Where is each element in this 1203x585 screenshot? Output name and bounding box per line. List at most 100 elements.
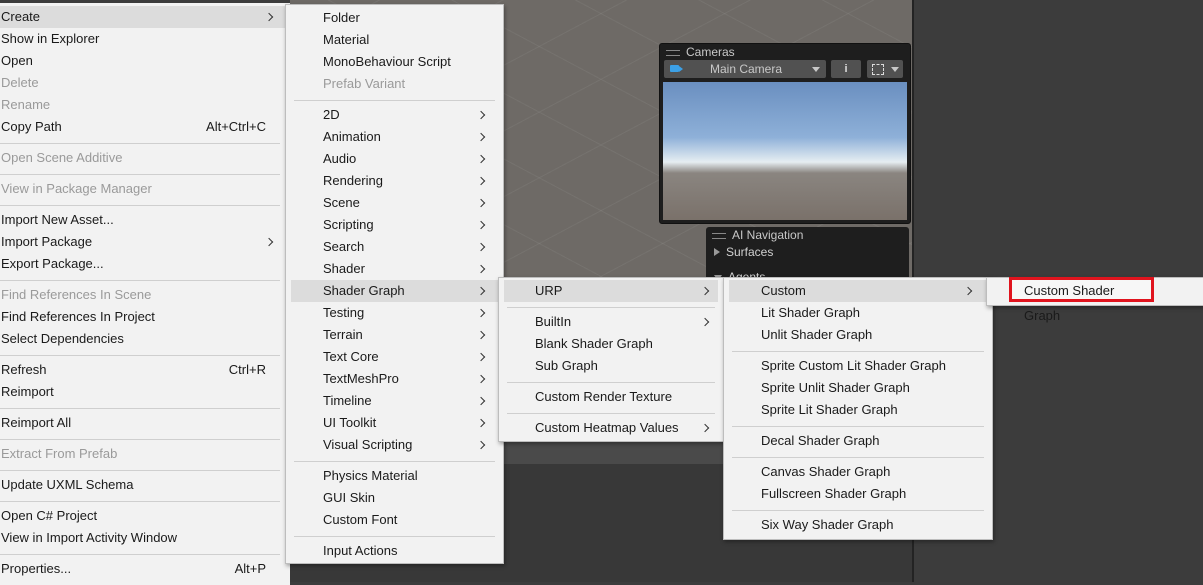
menu-item-decal-shader-graph[interactable]: Decal Shader Graph: [729, 430, 987, 452]
menu-item-custom-render-texture[interactable]: Custom Render Texture: [504, 386, 718, 408]
menu-item-view-in-import-activity-window[interactable]: View in Import Activity Window: [0, 527, 290, 549]
menu-item-refresh[interactable]: Refresh Ctrl+R: [0, 359, 290, 381]
menu-item-sprite-lit-shader-graph[interactable]: Sprite Lit Shader Graph: [729, 399, 987, 421]
menu-item-scene[interactable]: Scene: [291, 192, 498, 214]
drag-grip-icon[interactable]: [666, 50, 680, 56]
menu-item-reimport[interactable]: Reimport: [0, 381, 290, 403]
menu-item-label: Sprite Custom Lit Shader Graph: [761, 358, 946, 373]
menu-item-create[interactable]: Create: [0, 6, 290, 28]
menu-item-shader[interactable]: Shader: [291, 258, 498, 280]
menu-separator: [0, 554, 280, 555]
menu-item-label: Sub Graph: [535, 358, 598, 373]
menu-item-scripting[interactable]: Scripting: [291, 214, 498, 236]
menu-item-label: Delete: [1, 75, 39, 90]
menu-item-label: Create: [1, 9, 41, 24]
menu-item-update-uxml-schema[interactable]: Update UXML Schema: [0, 474, 290, 496]
menu-item-label: Refresh: [1, 362, 47, 377]
cameras-overlay-title: Cameras: [686, 45, 735, 59]
menu-item-sub-graph[interactable]: Sub Graph: [504, 355, 718, 377]
menu-item-label: Shader Graph: [323, 283, 405, 298]
menu-item-visual-scripting[interactable]: Visual Scripting: [291, 434, 498, 456]
camera-select-label: Main Camera: [710, 62, 783, 76]
menu-item-select-dependencies[interactable]: Select Dependencies: [0, 328, 290, 350]
menu-item-audio[interactable]: Audio: [291, 148, 498, 170]
menu-item-terrain[interactable]: Terrain: [291, 324, 498, 346]
menu-item-custom-heatmap-values[interactable]: Custom Heatmap Values: [504, 417, 718, 439]
menu-separator: [0, 355, 280, 356]
menu-item-2d[interactable]: 2D: [291, 104, 498, 126]
menu-item-animation[interactable]: Animation: [291, 126, 498, 148]
menu-item-input-actions[interactable]: Input Actions: [291, 540, 498, 562]
ai-navigation-title: AI Navigation: [732, 228, 804, 242]
menu-separator: [294, 461, 495, 462]
camera-select[interactable]: Main Camera: [664, 60, 826, 78]
menu-item-import-package[interactable]: Import Package: [0, 231, 290, 253]
menu-item-textmeshpro[interactable]: TextMeshPro: [291, 368, 498, 390]
menu-item-properties[interactable]: Properties... Alt+P: [0, 558, 290, 580]
chevron-down-icon: [891, 67, 899, 72]
menu-item-custom-shader-graph[interactable]: Custom Shader Graph: [1009, 277, 1154, 323]
menu-separator: [0, 470, 280, 471]
menu-item-text-core[interactable]: Text Core: [291, 346, 498, 368]
menu-item-fullscreen-shader-graph[interactable]: Fullscreen Shader Graph: [729, 483, 987, 505]
chevron-right-icon: [476, 374, 486, 384]
menu-item-label: Update UXML Schema: [1, 477, 134, 492]
nav-row-surfaces[interactable]: Surfaces: [714, 245, 773, 259]
menu-item-label: View in Import Activity Window: [1, 530, 178, 545]
menu-item-label: Input Actions: [323, 543, 398, 558]
menu-item-custom[interactable]: Custom: [729, 280, 987, 302]
frame-camera-button[interactable]: [867, 60, 903, 78]
menu-item-import-new-asset[interactable]: Import New Asset...: [0, 209, 290, 231]
chevron-right-icon: [476, 308, 486, 318]
info-button[interactable]: i: [831, 60, 861, 78]
menu-item-show-in-explorer[interactable]: Show in Explorer: [0, 28, 290, 50]
chevron-right-icon: [700, 423, 710, 433]
menu-separator: [0, 408, 280, 409]
menu-item-find-references-in-project[interactable]: Find References In Project: [0, 306, 290, 328]
menu-item-copy-path[interactable]: Copy Path Alt+Ctrl+C: [0, 116, 290, 138]
menu-item-blank-shader-graph[interactable]: Blank Shader Graph: [504, 333, 718, 355]
menu-item-label: Rendering: [323, 173, 383, 188]
menu-item-label: Fullscreen Shader Graph: [761, 486, 907, 501]
menu-item-open[interactable]: Open: [0, 50, 290, 72]
menu-item-custom-font[interactable]: Custom Font: [291, 509, 498, 531]
chevron-right-icon: [476, 198, 486, 208]
menu-item-label: Custom: [761, 283, 806, 298]
menu-separator: [0, 174, 280, 175]
chevron-right-icon: [476, 110, 486, 120]
menu-item-material[interactable]: Material: [291, 29, 498, 51]
menu-item-six-way-shader-graph[interactable]: Six Way Shader Graph: [729, 514, 987, 536]
menu-item-gui-skin[interactable]: GUI Skin: [291, 487, 498, 509]
menu-item-folder[interactable]: Folder: [291, 7, 498, 29]
menu-item-label: Animation: [323, 129, 381, 144]
menu-item-sprite-custom-lit-shader-graph[interactable]: Sprite Custom Lit Shader Graph: [729, 355, 987, 377]
menu-item-monobehaviour-script[interactable]: MonoBehaviour Script: [291, 51, 498, 73]
menu-item-unlit-shader-graph[interactable]: Unlit Shader Graph: [729, 324, 987, 346]
menu-item-label: Sprite Lit Shader Graph: [761, 402, 898, 417]
menu-item-reimport-all[interactable]: Reimport All: [0, 412, 290, 434]
drag-grip-icon[interactable]: [712, 233, 726, 239]
menu-separator: [0, 280, 280, 281]
chevron-right-icon: [476, 132, 486, 142]
menu-item-export-package[interactable]: Export Package...: [0, 253, 290, 275]
menu-item-testing[interactable]: Testing: [291, 302, 498, 324]
menu-item-timeline[interactable]: Timeline: [291, 390, 498, 412]
camera-icon: [670, 65, 683, 72]
menu-item-label: Audio: [323, 151, 357, 166]
menu-item-label: Visual Scripting: [323, 437, 413, 452]
menu-item-builtin[interactable]: BuiltIn: [504, 311, 718, 333]
menu-item-lit-shader-graph[interactable]: Lit Shader Graph: [729, 302, 987, 324]
menu-item-label: Six Way Shader Graph: [761, 517, 894, 532]
menu-item-urp[interactable]: URP: [504, 280, 718, 302]
menu-item-open-csharp-project[interactable]: Open C# Project: [0, 505, 290, 527]
menu-item-ui-toolkit[interactable]: UI Toolkit: [291, 412, 498, 434]
menu-item-label: Terrain: [323, 327, 363, 342]
menu-separator: [0, 205, 280, 206]
menu-item-rendering[interactable]: Rendering: [291, 170, 498, 192]
menu-item-rename: Rename: [0, 94, 290, 116]
menu-item-canvas-shader-graph[interactable]: Canvas Shader Graph: [729, 461, 987, 483]
menu-item-physics-material[interactable]: Physics Material: [291, 465, 498, 487]
menu-item-shader-graph[interactable]: Shader Graph: [291, 280, 498, 302]
menu-item-search[interactable]: Search: [291, 236, 498, 258]
menu-item-sprite-unlit-shader-graph[interactable]: Sprite Unlit Shader Graph: [729, 377, 987, 399]
